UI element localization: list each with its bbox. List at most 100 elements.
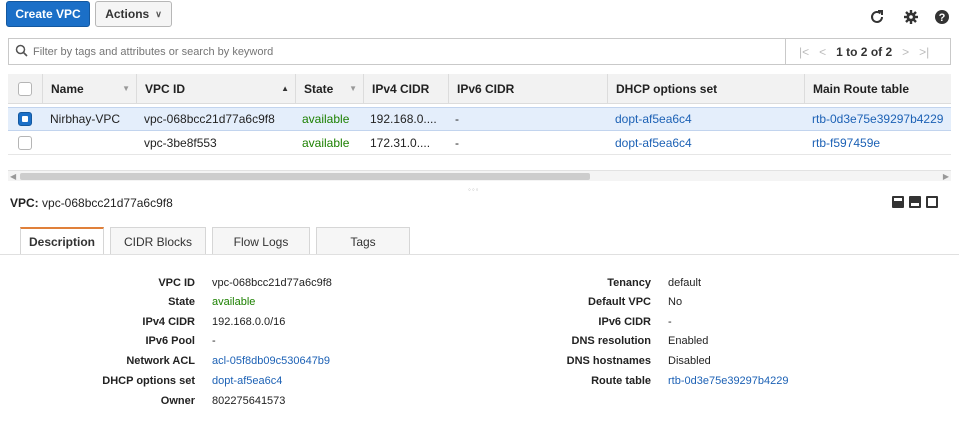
detail-title: VPC: vpc-068bcc21d77a6c9f8 — [10, 196, 173, 210]
detail-key: VPC ID — [158, 277, 195, 289]
row-dhcp-link[interactable]: dopt-af5ea6c4 — [615, 108, 805, 130]
detail-key: State — [168, 296, 195, 308]
detail-title-label: VPC: — [10, 196, 39, 210]
gear-icon[interactable] — [902, 8, 920, 26]
scroll-right-icon[interactable]: ▶ — [943, 171, 949, 182]
sort-icon: ▼ — [122, 84, 130, 93]
col-ipv6-label: IPv6 CIDR — [457, 81, 515, 96]
network-acl-link[interactable]: acl-05f8db09c530647b9 — [212, 355, 330, 367]
detail-key: Default VPC — [588, 296, 651, 308]
row-state: available — [302, 135, 350, 150]
detail-value: available — [212, 296, 256, 308]
table-row[interactable]: vpc-3be8f553 available 172.31.0.... - do… — [8, 131, 951, 155]
select-all-cell[interactable] — [8, 74, 42, 103]
detail-key: IPv6 CIDR — [598, 316, 651, 328]
chevron-down-icon: ∨ — [155, 8, 162, 19]
row-dhcp-link[interactable]: dopt-af5ea6c4 — [615, 131, 805, 154]
svg-text:?: ? — [939, 12, 946, 24]
detail-key: DNS resolution — [571, 335, 651, 347]
create-vpc-button[interactable]: Create VPC — [6, 1, 90, 27]
help-icon[interactable]: ? — [933, 8, 951, 26]
row-ipv6: - — [455, 112, 459, 126]
tab-cidr-blocks[interactable]: CIDR Blocks — [110, 227, 206, 255]
col-state-label: State — [304, 81, 334, 96]
pagination: |< < 1 to 2 of 2 > >| — [799, 39, 929, 64]
next-page-icon[interactable]: > — [902, 45, 909, 59]
table-header: Name ▼ VPC ID ▲ State ▼ IPv4 CIDR IPv6 CIDR… — [8, 74, 951, 104]
tab-description[interactable]: Description — [20, 227, 104, 255]
detail-value: No — [668, 296, 683, 308]
col-ipv6[interactable]: IPv6 CIDR — [448, 74, 607, 103]
row-ipv4: 192.168.0.... — [370, 112, 437, 126]
detail-key: Owner — [160, 395, 195, 407]
col-ipv4-label: IPv4 CIDR — [372, 81, 430, 96]
row-state: available — [302, 112, 350, 126]
detail-value: default — [668, 277, 702, 289]
layout-full-icon[interactable] — [926, 196, 938, 208]
row-route-link[interactable]: rtb-0d3e75e39297b4229 — [812, 108, 951, 130]
col-state[interactable]: State ▼ — [295, 74, 363, 103]
toolbar: Create VPC Actions ∨ ? — [0, 0, 959, 30]
col-route-table[interactable]: Main Route table — [804, 74, 951, 103]
search-input[interactable] — [31, 39, 786, 64]
row-name: Nirbhay-VPC — [50, 112, 121, 126]
row-name — [50, 131, 138, 154]
detail-key: DNS hostnames — [566, 355, 651, 367]
scroll-left-icon[interactable]: ◀ — [10, 171, 16, 182]
layout-toggle — [892, 196, 938, 208]
last-page-icon[interactable]: >| — [919, 45, 929, 59]
horizontal-scrollbar[interactable]: ◀ ▶ — [8, 170, 951, 181]
row-checkbox[interactable] — [18, 112, 32, 126]
col-name[interactable]: Name ▼ — [42, 74, 136, 103]
route-table-link[interactable]: rtb-0d3e75e39297b4229 — [668, 375, 789, 387]
col-dhcp-label: DHCP options set — [616, 81, 718, 96]
detail-tabs: Description CIDR Blocks Flow Logs Tags — [20, 227, 416, 255]
detail-value: - — [668, 316, 672, 328]
layout-bottom-icon[interactable] — [892, 196, 904, 208]
row-checkbox[interactable] — [18, 135, 32, 150]
detail-key: DHCP options set — [102, 375, 195, 387]
detail-value: Enabled — [668, 335, 709, 347]
sort-icon: ▼ — [349, 84, 357, 93]
detail-value: - — [212, 335, 216, 347]
tab-divider — [0, 254, 959, 255]
detail-key: IPv4 CIDR — [142, 316, 195, 328]
refresh-icon[interactable] — [868, 8, 886, 26]
detail-title-value: vpc-068bcc21d77a6c9f8 — [42, 196, 173, 210]
detail-key: Network ACL — [126, 355, 195, 367]
resize-handle-icon[interactable]: ◦◦◦ — [468, 185, 480, 194]
col-name-label: Name — [51, 81, 84, 96]
col-ipv4[interactable]: IPv4 CIDR — [363, 74, 448, 103]
pagination-count: 1 to 2 of 2 — [836, 44, 893, 59]
select-all-checkbox[interactable] — [18, 81, 32, 96]
scrollbar-thumb[interactable] — [20, 173, 590, 180]
detail-value: Disabled — [668, 355, 711, 367]
col-vpc-id-label: VPC ID — [145, 81, 186, 96]
row-ipv4: 172.31.0.... — [370, 135, 431, 150]
sort-asc-icon: ▲ — [281, 84, 289, 93]
table-row[interactable]: Nirbhay-VPC vpc-068bcc21d77a6c9f8 availa… — [8, 107, 951, 131]
col-route-table-label: Main Route table — [813, 81, 910, 96]
actions-label: Actions — [105, 7, 150, 21]
detail-value: vpc-068bcc21d77a6c9f8 — [212, 277, 332, 289]
detail-value: 192.168.0.0/16 — [212, 316, 286, 328]
dhcp-options-link[interactable]: dopt-af5ea6c4 — [212, 375, 282, 387]
tab-flow-logs[interactable]: Flow Logs — [212, 227, 310, 255]
vpc-table: Name ▼ VPC ID ▲ State ▼ IPv4 CIDR IPv6 CIDR… — [8, 74, 951, 158]
filter-bar: |< < 1 to 2 of 2 > >| — [8, 38, 951, 65]
detail-value: 802275641573 — [212, 395, 286, 407]
detail-key: Route table — [591, 375, 651, 387]
row-vpc-id: vpc-3be8f553 — [144, 135, 217, 150]
prev-page-icon[interactable]: < — [819, 45, 826, 59]
first-page-icon[interactable]: |< — [799, 45, 809, 59]
row-vpc-id: vpc-068bcc21d77a6c9f8 — [144, 112, 275, 126]
col-dhcp[interactable]: DHCP options set — [607, 74, 804, 103]
row-ipv6: - — [455, 135, 459, 150]
detail-key: IPv6 Pool — [145, 335, 195, 347]
tab-tags[interactable]: Tags — [316, 227, 410, 255]
actions-dropdown[interactable]: Actions ∨ — [95, 1, 172, 27]
layout-top-icon[interactable] — [909, 196, 921, 208]
col-vpc-id[interactable]: VPC ID ▲ — [136, 74, 295, 103]
detail-key: Tenancy — [607, 277, 651, 289]
row-route-link[interactable]: rtb-f597459e — [812, 131, 951, 154]
